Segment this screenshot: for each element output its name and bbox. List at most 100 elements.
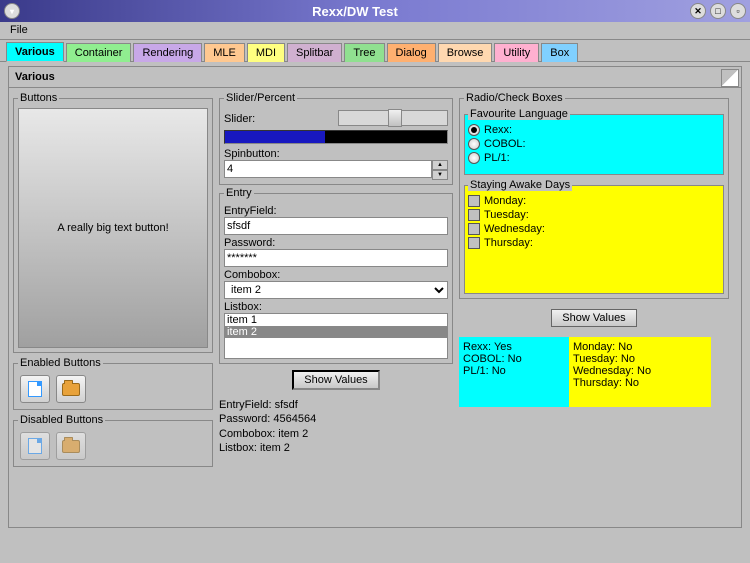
show-values-radio-button[interactable]: Show Values — [551, 309, 636, 327]
progress-fill — [225, 131, 325, 143]
tab-tree[interactable]: Tree — [344, 43, 384, 62]
result-combobox: Combobox: item 2 — [219, 427, 453, 441]
maximize-icon[interactable]: □ — [710, 3, 726, 19]
tab-rendering[interactable]: Rendering — [133, 43, 202, 62]
result-cobol: COBOL: No — [463, 353, 565, 365]
progress-bar — [224, 130, 448, 144]
tabstrip: VariousContainerRenderingMLEMDISplitbarT… — [0, 40, 750, 62]
folder-icon — [62, 383, 80, 396]
legend-radio: Radio/Check Boxes — [464, 92, 565, 104]
menu-file[interactable]: File — [6, 23, 32, 37]
password-label: Password: — [224, 237, 448, 249]
entry-results: EntryField: sfsdf Password: 4564564 Comb… — [219, 396, 453, 457]
radio-results: Rexx: Yes COBOL: No PL/1: No Monday: No … — [459, 337, 729, 407]
combobox-label: Combobox: — [224, 269, 448, 281]
big-text-button[interactable]: A really big text button! — [18, 108, 208, 348]
list-item[interactable]: item 1 — [225, 314, 447, 326]
enabled-open-button[interactable] — [56, 375, 86, 403]
tab-various[interactable]: Various — [6, 42, 64, 62]
radio-rexx[interactable]: Rexx: — [468, 123, 720, 137]
dogear-icon[interactable] — [721, 69, 739, 87]
result-thursday: Thursday: No — [573, 377, 707, 389]
tab-splitbar[interactable]: Splitbar — [287, 43, 342, 62]
minimize-icon[interactable]: ▫ — [730, 3, 746, 19]
password-input[interactable] — [224, 249, 448, 267]
radio-icon — [468, 124, 480, 136]
result-password: Password: 4564564 — [219, 412, 453, 426]
radio-cobol[interactable]: COBOL: — [468, 137, 720, 151]
listbox-label: Listbox: — [224, 301, 448, 313]
listbox[interactable]: item 1item 2 — [224, 313, 448, 359]
checkbox-label: Wednesday: — [484, 223, 545, 235]
titlebar: ▾ Rexx/DW Test ✕ □ ▫ — [0, 0, 750, 22]
document-icon — [28, 438, 42, 454]
group-disabled-buttons: Disabled Buttons — [13, 414, 213, 467]
group-slider: Slider/Percent Slider: Spinbutton: ▲ ▼ — [219, 92, 453, 185]
checkbox-icon — [468, 195, 480, 207]
spin-down-icon[interactable]: ▼ — [432, 170, 448, 180]
result-rexx: Rexx: Yes — [463, 341, 565, 353]
checkbox-tuesday[interactable]: Tuesday: — [468, 208, 720, 222]
show-values-entry-button[interactable]: Show Values — [292, 370, 379, 390]
radio-icon — [468, 138, 480, 150]
checkbox-icon — [468, 237, 480, 249]
legend-fav: Favourite Language — [468, 108, 570, 120]
legend-enabled: Enabled Buttons — [18, 357, 103, 369]
group-radio-check: Radio/Check Boxes Favourite Language Rex… — [459, 92, 729, 299]
checkbox-thursday[interactable]: Thursday: — [468, 236, 720, 250]
radio-pl1[interactable]: PL/1: — [468, 151, 720, 165]
result-wednesday: Wednesday: No — [573, 365, 707, 377]
group-buttons: Buttons A really big text button! — [13, 92, 213, 353]
checkbox-label: Tuesday: — [484, 209, 529, 221]
spin-up-icon[interactable]: ▲ — [432, 160, 448, 170]
legend-buttons: Buttons — [18, 92, 59, 104]
checkbox-wednesday[interactable]: Wednesday: — [468, 222, 720, 236]
result-monday: Monday: No — [573, 341, 707, 353]
combobox-input[interactable]: item 2 — [224, 281, 448, 299]
radio-label: PL/1: — [484, 152, 510, 164]
results-languages: Rexx: Yes COBOL: No PL/1: No — [459, 337, 569, 407]
slider-track[interactable] — [338, 110, 448, 126]
tab-mle[interactable]: MLE — [204, 43, 245, 62]
disabled-open-button — [56, 432, 86, 460]
list-item[interactable]: item 2 — [225, 326, 447, 338]
entryfield-input[interactable] — [224, 217, 448, 235]
slider-thumb[interactable] — [388, 109, 402, 127]
result-pl1: PL/1: No — [463, 365, 565, 377]
disabled-new-button — [20, 432, 50, 460]
checkbox-icon — [468, 223, 480, 235]
legend-disabled: Disabled Buttons — [18, 414, 105, 426]
group-entry: Entry EntryField: Password: Combobox: it… — [219, 187, 453, 364]
legend-slider: Slider/Percent — [224, 92, 297, 104]
result-entryfield: EntryField: sfsdf — [219, 398, 453, 412]
spinbutton-input[interactable] — [224, 160, 432, 178]
group-enabled-buttons: Enabled Buttons — [13, 357, 213, 410]
results-days: Monday: No Tuesday: No Wednesday: No Thu… — [569, 337, 711, 407]
tab-browse[interactable]: Browse — [438, 43, 493, 62]
window-title: Rexx/DW Test — [20, 4, 690, 19]
page-title-text: Various — [15, 71, 55, 83]
close-icon[interactable]: ✕ — [690, 3, 706, 19]
tab-box[interactable]: Box — [541, 43, 578, 62]
tab-dialog[interactable]: Dialog — [387, 43, 436, 62]
checkbox-monday[interactable]: Monday: — [468, 194, 720, 208]
checkbox-label: Thursday: — [484, 237, 533, 249]
result-tuesday: Tuesday: No — [573, 353, 707, 365]
group-favourite-language: Favourite Language Rexx: COBOL: PL/1: — [464, 108, 724, 175]
tab-container[interactable]: Container — [66, 43, 132, 62]
checkbox-label: Monday: — [484, 195, 526, 207]
spinbutton-label: Spinbutton: — [224, 148, 448, 160]
tab-utility[interactable]: Utility — [494, 43, 539, 62]
legend-entry: Entry — [224, 187, 254, 199]
radio-icon — [468, 152, 480, 164]
radio-label: COBOL: — [484, 138, 526, 150]
enabled-new-button[interactable] — [20, 375, 50, 403]
slider-label: Slider: — [224, 113, 334, 125]
menubar: File — [0, 22, 750, 40]
radio-label: Rexx: — [484, 124, 512, 136]
tab-mdi[interactable]: MDI — [247, 43, 285, 62]
document-icon — [28, 381, 42, 397]
folder-icon — [62, 440, 80, 453]
sysmenu-icon[interactable]: ▾ — [4, 3, 20, 19]
legend-stay: Staying Awake Days — [468, 179, 572, 191]
